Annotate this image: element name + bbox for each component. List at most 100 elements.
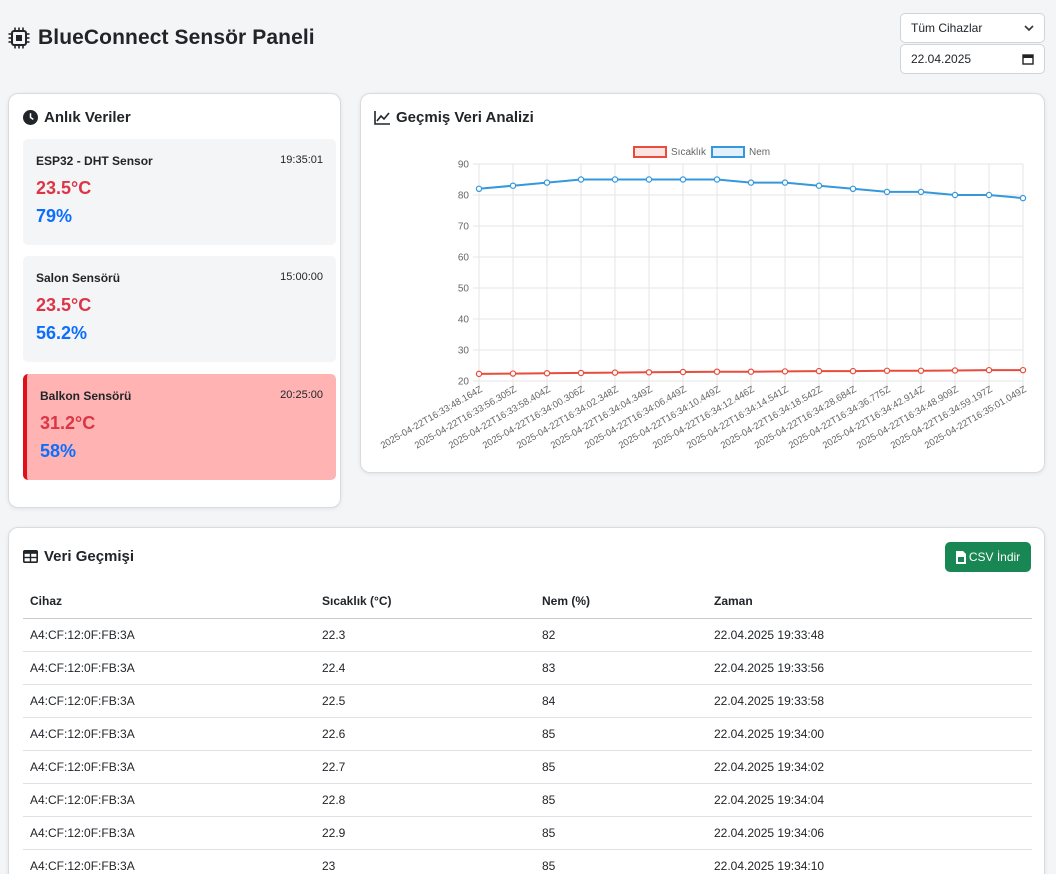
live-data-title-text: Anlık Veriler	[44, 109, 131, 126]
legend-swatch	[711, 146, 745, 158]
data-point	[951, 191, 959, 199]
line-chart-icon	[374, 110, 390, 125]
table-row: A4:CF:12:0F:FB:3A 22.6 85 22.04.2025 19:34:…	[23, 717, 1032, 751]
cell-time: 22.04.2025 19:33:58	[707, 684, 1032, 718]
cell-device: A4:CF:12:0F:FB:3A	[23, 717, 315, 751]
history-line-chart: 20304050607080902025-04-22T16:33:48.164Z…	[379, 146, 1029, 451]
live-data-card: Anlık Veriler ESP32 - DHT Sensor 19:35:0…	[8, 93, 341, 508]
device-select[interactable]: Tüm Cihazlar	[900, 13, 1045, 43]
data-point	[1019, 194, 1027, 202]
cell-device: A4:CF:12:0F:FB:3A	[23, 618, 315, 652]
cell-device: A4:CF:12:0F:FB:3A	[23, 783, 315, 817]
data-point	[475, 370, 483, 378]
csv-download-button[interactable]: CSV İndir	[945, 542, 1031, 572]
cell-humidity: 83	[535, 651, 707, 685]
date-value: 22.04.2025	[911, 52, 972, 66]
history-table: Cihaz Sıcaklık (°C) Nem (%) Zaman A4:CF:…	[23, 584, 1032, 874]
cell-time: 22.04.2025 19:34:04	[707, 783, 1032, 817]
table-row: A4:CF:12:0F:FB:3A 22.3 82 22.04.2025 19:33:…	[23, 618, 1032, 652]
cell-humidity: 82	[535, 618, 707, 652]
data-point	[747, 368, 755, 375]
cell-temperature: 23	[315, 849, 535, 874]
file-spreadsheet-icon	[955, 550, 966, 564]
data-point	[849, 185, 857, 193]
column-header-device[interactable]: Cihaz	[23, 584, 315, 619]
page-title: BlueConnect Sensör Paneli	[38, 26, 315, 49]
column-header-time[interactable]: Zaman	[707, 584, 1032, 619]
table-row: A4:CF:12:0F:FB:3A 22.7 85 22.04.2025 19:34:…	[23, 750, 1032, 784]
history-chart-title-text: Geçmiş Veri Analizi	[396, 109, 534, 126]
data-point	[577, 369, 585, 377]
data-point	[781, 179, 789, 186]
legend-label: Nem	[749, 147, 770, 158]
sensor-humidity: 56.2%	[36, 323, 88, 343]
sensor-humidity: 58%	[40, 441, 77, 461]
cell-device: A4:CF:12:0F:FB:3A	[23, 816, 315, 850]
chevron-down-icon	[1024, 25, 1034, 32]
table-row: A4:CF:12:0F:FB:3A 22.5 84 22.04.2025 19:33:…	[23, 684, 1032, 718]
sensor-temperature: 23.5°C	[36, 295, 92, 315]
data-point	[815, 367, 823, 375]
history-chart-title: Geçmiş Veri Analizi	[374, 109, 534, 126]
calendar-icon	[1022, 54, 1034, 65]
cell-device: A4:CF:12:0F:FB:3A	[23, 750, 315, 784]
data-point	[577, 176, 585, 183]
data-point	[815, 182, 823, 189]
column-header-temperature[interactable]: Sıcaklık (°C)	[315, 584, 535, 619]
history-table-title-text: Veri Geçmişi	[44, 548, 135, 565]
data-point	[679, 368, 687, 376]
sensor-humidity: 79%	[36, 206, 73, 226]
data-point	[645, 369, 653, 376]
table-row: A4:CF:12:0F:FB:3A 22.8 85 22.04.2025 19:34:…	[23, 783, 1032, 817]
cell-temperature: 22.3	[315, 618, 535, 652]
data-point	[611, 369, 619, 376]
cell-time: 22.04.2025 19:34:06	[707, 816, 1032, 850]
cell-temperature: 22.9	[315, 816, 535, 850]
cell-temperature: 22.6	[315, 717, 535, 751]
cell-time: 22.04.2025 19:34:00	[707, 717, 1032, 751]
data-point	[985, 191, 993, 199]
page-header: BlueConnect Sensör Paneli	[8, 26, 315, 50]
sensor-card-salon[interactable]: Salon Sensörü 15:00:00 23.5°C 56.2%	[23, 256, 336, 362]
data-point	[543, 370, 551, 377]
cell-humidity: 85	[535, 849, 707, 874]
y-tick-label: 90	[458, 160, 470, 171]
history-table-title: Veri Geçmişi	[23, 548, 134, 565]
live-data-title: Anlık Veriler	[23, 109, 131, 126]
sensor-card-balkon[interactable]: Balkon Sensörü 20:25:00 31.2°C 58%	[23, 374, 336, 480]
cell-humidity: 85	[535, 816, 707, 850]
y-tick-label: 30	[458, 346, 470, 357]
sensor-card-esp32[interactable]: ESP32 - DHT Sensor 19:35:01 23.5°C 79%	[23, 139, 336, 245]
cell-temperature: 22.8	[315, 783, 535, 817]
table-row: A4:CF:12:0F:FB:3A 22.4 83 22.04.2025 19:33:…	[23, 651, 1032, 685]
sensor-time: 15:00:00	[280, 271, 323, 283]
y-tick-label: 70	[458, 222, 470, 233]
data-point	[1019, 366, 1027, 374]
column-header-humidity[interactable]: Nem (%)	[535, 584, 707, 619]
data-point	[747, 179, 755, 186]
table-row: A4:CF:12:0F:FB:3A 23 85 22.04.2025 19:34:10	[23, 849, 1032, 874]
cell-time: 22.04.2025 19:34:10	[707, 849, 1032, 874]
cell-temperature: 22.5	[315, 684, 535, 718]
data-point	[475, 185, 483, 193]
history-chart-card: 20 30 40 50 60 70 80 90 2025-04-22T16:33:48.164Z…	[360, 93, 1045, 473]
y-tick-label: 60	[458, 253, 470, 264]
cell-time: 22.04.2025 19:33:48	[707, 618, 1032, 652]
csv-download-label: CSV İndir	[968, 550, 1021, 564]
data-point	[883, 367, 891, 374]
sensor-temperature: 31.2°C	[40, 413, 96, 433]
data-point	[611, 176, 619, 183]
cell-humidity: 85	[535, 750, 707, 784]
table-row: A4:CF:12:0F:FB:3A 22.9 85 22.04.2025 19:34:…	[23, 816, 1032, 850]
data-point	[713, 368, 721, 375]
y-tick-label: 20	[458, 377, 470, 388]
data-point	[543, 179, 551, 186]
cell-device: A4:CF:12:0F:FB:3A	[23, 849, 315, 874]
sensor-time: 20:25:00	[280, 389, 323, 401]
legend-swatch	[633, 146, 667, 158]
legend-label: Sıcaklık	[671, 147, 707, 158]
history-table-card: Veri Geçmişi CSV İndir Cihaz Sıcaklık (°…	[8, 527, 1045, 874]
cell-temperature: 22.7	[315, 750, 535, 784]
date-input[interactable]: 22.04.2025	[900, 44, 1045, 74]
cell-humidity: 85	[535, 783, 707, 817]
